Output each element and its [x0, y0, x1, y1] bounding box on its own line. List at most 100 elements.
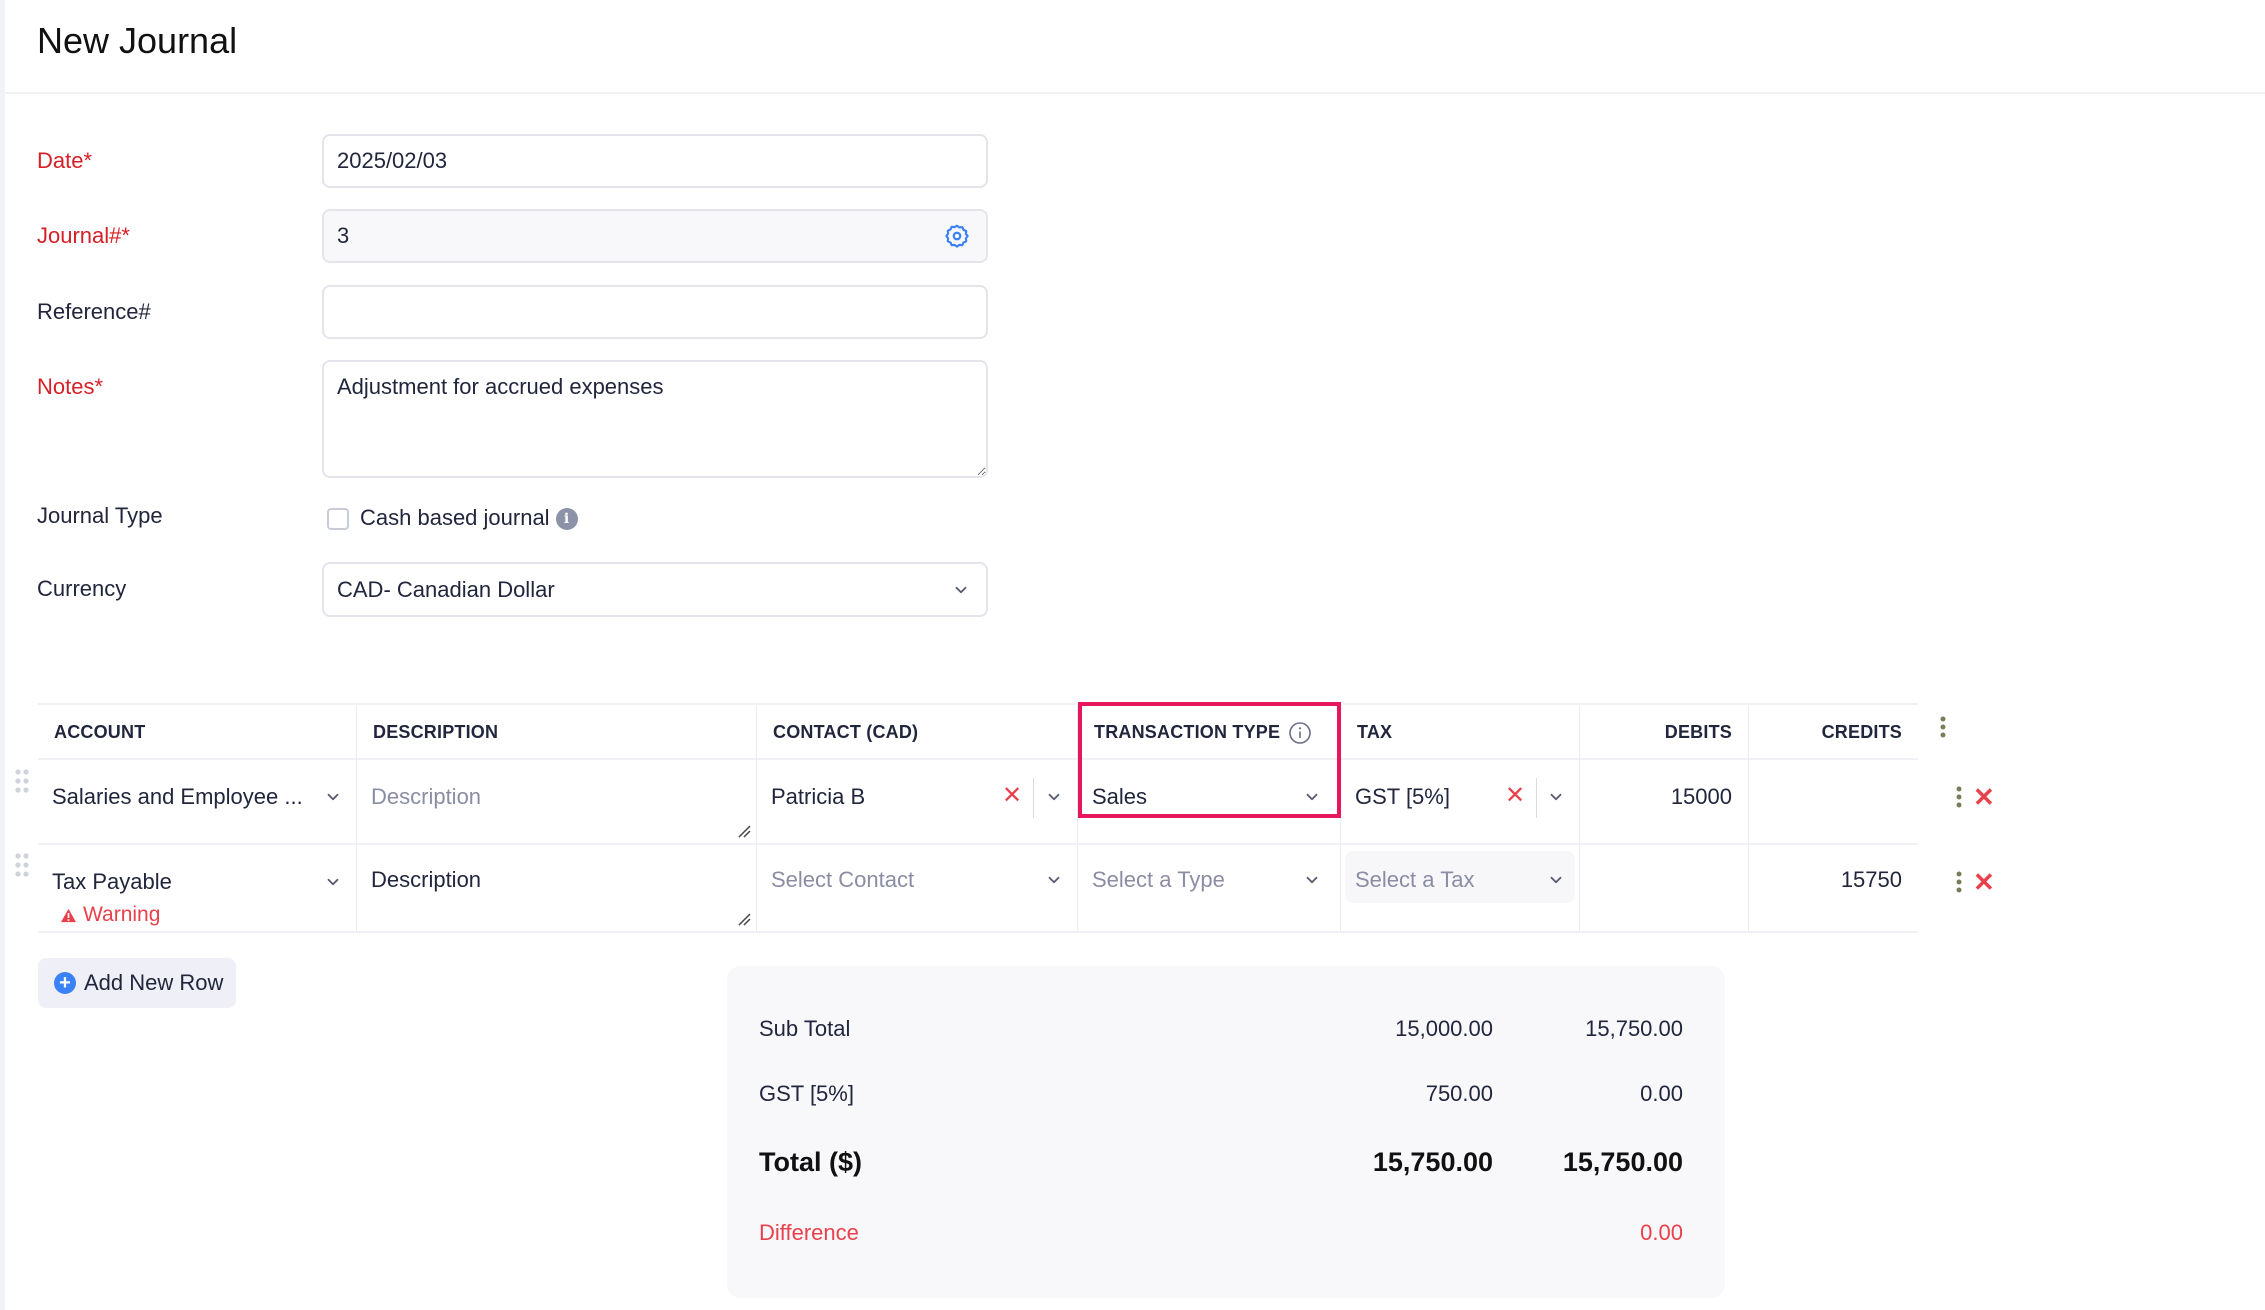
chevron-down-icon[interactable] — [1547, 788, 1565, 806]
resize-handle-icon[interactable] — [736, 823, 752, 839]
tax-select[interactable]: Select a Tax — [1341, 845, 1580, 931]
header-transaction-type: TRANSACTION TYPE — [1078, 705, 1341, 760]
add-new-row-label: Add New Row — [84, 970, 224, 995]
contact-select[interactable]: Patricia B ✕ — [757, 760, 1078, 843]
currency-select[interactable]: CAD- Canadian Dollar — [322, 562, 988, 617]
tax-select[interactable]: GST [5%] ✕ — [1341, 760, 1580, 843]
totals-panel: Sub Total 15,000.00 15,750.00 GST [5%] 7… — [727, 966, 1725, 1298]
subtotal-label: Sub Total — [759, 1016, 851, 1041]
currency-label: Currency — [37, 576, 127, 601]
account-value: Tax Payable — [52, 869, 172, 894]
row-options-kebab-icon[interactable] — [1955, 786, 1963, 808]
debits-input[interactable]: 15000 — [1580, 760, 1749, 843]
page-title: New Journal — [37, 20, 238, 61]
header-description: DESCRIPTION — [357, 705, 757, 760]
tax-placeholder: Select a Tax — [1355, 867, 1475, 892]
row-options-kebab-icon[interactable] — [1955, 871, 1963, 893]
description-textarea[interactable]: Description — [357, 845, 757, 931]
chevron-down-icon — [327, 793, 339, 801]
tax-value: GST [5%] — [1355, 784, 1450, 809]
difference-label: Difference — [759, 1220, 859, 1245]
header-debits: DEBITS — [1580, 705, 1749, 760]
page-left-border — [0, 0, 5, 1310]
description-placeholder: Description — [371, 867, 482, 892]
date-input[interactable]: 2025/02/03 — [322, 134, 988, 188]
transaction-type-placeholder: Select a Type — [1092, 867, 1225, 892]
transaction-type-select[interactable]: Sales — [1078, 760, 1341, 843]
contact-select[interactable]: Select Contact — [757, 845, 1078, 931]
total-debits: 15,750.00 — [1372, 1147, 1493, 1177]
account-value: Salaries and Employee ... — [52, 784, 303, 809]
date-label: Date* — [37, 148, 93, 173]
notes-label: Notes* — [37, 374, 104, 399]
reference-input[interactable] — [322, 285, 988, 339]
header-transaction-type-label: TRANSACTION TYPE — [1094, 722, 1281, 742]
chevron-down-icon[interactable] — [1045, 788, 1063, 806]
subtotal-credits: 15,750.00 — [1585, 1016, 1683, 1041]
drag-handle-icon[interactable] — [14, 852, 30, 878]
debits-input[interactable] — [1580, 845, 1749, 931]
row-actions: ✕ — [1955, 784, 1995, 810]
difference-value: 0.00 — [1640, 1220, 1683, 1245]
cash-based-journal-checkbox[interactable] — [327, 508, 349, 530]
account-warning[interactable]: Warning — [60, 903, 160, 927]
header-contact: CONTACT (CAD) — [757, 705, 1078, 760]
header-account: ACCOUNT — [38, 705, 357, 760]
table-row: Salaries and Employee ... Description Pa… — [38, 760, 1918, 845]
contact-placeholder: Select Contact — [771, 867, 915, 892]
subtotal-row: Sub Total 15,000.00 15,750.00 — [759, 1016, 1683, 1042]
total-row: Total ($) 15,750.00 15,750.00 — [759, 1147, 1683, 1178]
info-icon[interactable] — [1288, 721, 1312, 745]
add-new-row-button[interactable]: + Add New Row — [38, 958, 236, 1008]
tax-row: GST [5%] 750.00 0.00 — [759, 1081, 1683, 1107]
tax-label: GST [5%] — [759, 1081, 854, 1106]
clear-tax-icon[interactable]: ✕ — [1505, 784, 1525, 808]
contact-value: Patricia B — [771, 784, 866, 809]
date-value: 2025/02/03 — [337, 148, 448, 173]
chevron-down-icon — [327, 878, 339, 886]
cash-based-journal-label: Cash based journal — [360, 505, 550, 530]
notes-textarea[interactable]: Adjustment for accrued expenses — [322, 360, 988, 478]
delete-row-icon[interactable]: ✕ — [1973, 784, 1995, 810]
separator — [1536, 778, 1537, 818]
resize-handle-icon[interactable] — [736, 911, 752, 927]
journal-number-value: 3 — [337, 223, 350, 248]
total-credits: 15,750.00 — [1562, 1147, 1683, 1177]
account-select[interactable]: Salaries and Employee ... — [38, 760, 357, 843]
chevron-down-icon — [1550, 876, 1562, 884]
header-tax: TAX — [1341, 705, 1580, 760]
delete-row-icon[interactable]: ✕ — [1973, 869, 1995, 895]
transaction-type-value: Sales — [1092, 784, 1148, 809]
chevron-down-icon — [955, 586, 967, 593]
transaction-type-select[interactable]: Select a Type — [1078, 845, 1341, 931]
chevron-down-icon — [1306, 876, 1318, 884]
table-options-kebab-icon[interactable] — [1939, 716, 1947, 738]
total-label: Total ($) — [759, 1147, 862, 1177]
tax-credits: 0.00 — [1640, 1081, 1683, 1106]
account-select[interactable]: Tax Payable Warning — [38, 845, 357, 931]
description-textarea[interactable]: Description — [357, 760, 757, 843]
plus-circle-icon: + — [54, 972, 76, 994]
subtotal-debits: 15,000.00 — [1395, 1016, 1493, 1041]
credits-input[interactable]: 15750 — [1749, 845, 1918, 931]
journal-number-label: Journal#* — [37, 223, 130, 248]
row-actions: ✕ — [1955, 869, 1995, 895]
description-placeholder: Description — [371, 784, 482, 809]
drag-handle-icon[interactable] — [14, 768, 30, 794]
header-credits: CREDITS — [1821, 722, 1902, 742]
clear-contact-icon[interactable]: ✕ — [1002, 784, 1022, 808]
chevron-down-icon — [1306, 793, 1318, 801]
journal-type-label: Journal Type — [37, 503, 163, 528]
table-row: Tax Payable Warning Description Select C… — [38, 845, 1918, 933]
credits-value: 15750 — [1840, 867, 1902, 892]
cash-based-journal-option[interactable]: Cash based journal i — [360, 505, 578, 531]
journal-number-input[interactable]: 3 — [322, 209, 988, 263]
page-header: New Journal — [5, 0, 2265, 94]
separator — [1033, 778, 1034, 818]
warning-icon — [61, 908, 76, 922]
gear-icon[interactable] — [944, 223, 970, 249]
credits-input[interactable] — [1749, 760, 1918, 843]
tax-debits: 750.00 — [1425, 1081, 1493, 1106]
table-header: ACCOUNT DESCRIPTION CONTACT (CAD) TRANSA… — [38, 703, 1918, 760]
info-icon[interactable]: i — [555, 508, 578, 531]
